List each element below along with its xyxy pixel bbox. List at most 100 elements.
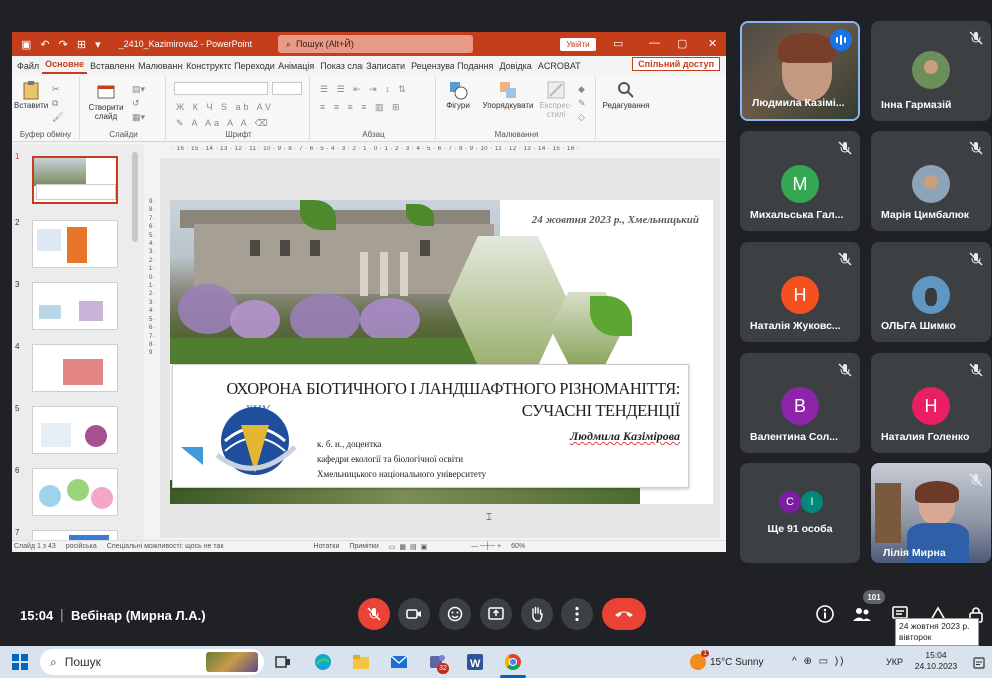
tab-transitions[interactable]: Переходи <box>231 61 275 74</box>
new-slide-button[interactable]: Створити слайд <box>86 82 126 122</box>
fill-outline-icons[interactable]: ◆ ✎ ◇ <box>578 82 586 124</box>
tab-draw[interactable]: Малювання <box>135 61 183 74</box>
raise-hand-button[interactable] <box>521 598 553 630</box>
maximize-icon[interactable]: ▢ <box>677 37 687 50</box>
participant-name: Наталія Жуковс... <box>750 320 841 332</box>
signin-button[interactable]: Увійти <box>560 38 596 51</box>
ppt-search-box[interactable]: ⌕ Пошук (Alt+Й) <box>278 35 473 53</box>
zoom-level[interactable]: 60% <box>511 543 525 550</box>
view-buttons[interactable]: ▭▦▤▣ <box>389 543 431 551</box>
clipboard-small-icons[interactable]: ✂ ⧉ 🖌 <box>52 82 63 124</box>
paste-button[interactable]: Вставити <box>14 80 48 111</box>
font-name-box[interactable] <box>174 82 268 95</box>
participant-tile-5[interactable]: Н Наталія Жуковс... <box>740 242 860 342</box>
tab-design[interactable]: Конструктор <box>183 61 231 74</box>
participant-tile-more[interactable]: С І Ще 91 особа <box>740 463 860 563</box>
status-accessibility[interactable]: Спеціальні можливості: щось не так <box>107 543 224 550</box>
more-options-button[interactable] <box>561 598 593 630</box>
participant-tile-7[interactable]: В Валентина Сол... <box>740 353 860 453</box>
tab-acrobat[interactable]: ACROBAT <box>535 61 584 74</box>
participant-tile-2[interactable]: Інна Гармазій <box>871 21 991 121</box>
edge-icon[interactable] <box>313 652 333 672</box>
undo-icon[interactable]: ↶ <box>40 38 49 51</box>
ribbon-display-icon[interactable]: ▭ <box>613 37 623 50</box>
participant-tile-4[interactable]: Марія Цимбалюк <box>871 131 991 231</box>
windows-start-icon[interactable] <box>10 652 30 672</box>
slide-thumb-2[interactable] <box>32 220 118 268</box>
present-icon[interactable]: ⊞ <box>77 38 86 51</box>
thumbnail-scrollbar[interactable] <box>132 152 138 242</box>
arrange-button[interactable]: Упорядкувати <box>480 80 536 111</box>
camera-toggle-button[interactable] <box>398 598 430 630</box>
word-icon[interactable]: W <box>465 652 485 672</box>
mic-toggle-button[interactable] <box>358 598 390 630</box>
taskbar-search[interactable]: ⌕ Пошук <box>40 649 264 675</box>
status-comments[interactable]: Примітки <box>349 543 378 550</box>
list-icons[interactable]: ☰ ☰ ⇤ ⇥ ↕ ⇅ <box>320 84 409 95</box>
slide-thumb-6[interactable] <box>32 468 118 516</box>
input-language[interactable]: УКР <box>886 657 903 667</box>
quick-styles-button[interactable]: Експрес-стилі <box>536 80 576 120</box>
avatar <box>912 51 950 89</box>
slide-thumb-3[interactable] <box>32 282 118 330</box>
participant-tile-1[interactable]: Людмила Казімі... <box>740 21 860 121</box>
current-slide: 24 жовтня 2023 р., Хмельницький ОХОРОНА … <box>170 200 713 504</box>
tab-review[interactable]: Рецензування <box>408 61 454 74</box>
status-notes[interactable]: Нотатки <box>314 543 340 550</box>
tab-view[interactable]: Подання <box>454 61 496 74</box>
tab-help[interactable]: Довідка <box>496 61 534 74</box>
redo-icon[interactable]: ↷ <box>59 38 68 51</box>
tab-home[interactable]: Основне <box>42 59 88 74</box>
slide-title-box: ОХОРОНА БІОТИЧНОГО І ЛАНДШАФТНОГО РІЗНОМ… <box>172 364 689 488</box>
tab-animations[interactable]: Анімація <box>275 61 317 74</box>
align-icons[interactable]: ≡ ≡ ≡ ≡ ▥ ⊞ <box>320 102 403 113</box>
chrome-icon[interactable] <box>503 652 523 672</box>
minimize-icon[interactable]: — <box>649 37 660 49</box>
zoom-slider[interactable]: — ─┼─ + <box>471 543 501 550</box>
tab-insert[interactable]: Вставлення <box>87 61 135 74</box>
end-call-button[interactable] <box>602 598 646 630</box>
present-screen-button[interactable] <box>480 598 512 630</box>
participant-tile-8[interactable]: Н Наталия Голенко <box>871 353 991 453</box>
mic-off-icon <box>969 31 983 45</box>
participant-tile-6[interactable]: ОЛЬГА Шимко <box>871 242 991 342</box>
font-color-icons[interactable]: ✎ A Aa A A ⌫ <box>176 118 270 129</box>
tab-file[interactable]: Файл <box>14 61 42 74</box>
meeting-time: 15:04 <box>20 608 54 623</box>
tab-record[interactable]: Записати <box>363 61 408 74</box>
group-editing: Редагування <box>598 76 654 140</box>
weather-widget[interactable]: 1 15°C Sunny <box>690 650 763 670</box>
taskbar-clock[interactable]: 15:04 24.10.2023 <box>912 650 960 673</box>
file-explorer-icon[interactable] <box>351 652 371 672</box>
font-format-icons[interactable]: Ж К Ч S ab AV <box>176 102 274 112</box>
save-icon[interactable]: ▣ <box>21 38 31 51</box>
participant-name: ОЛЬГА Шимко <box>881 320 956 332</box>
slide-thumb-1[interactable] <box>32 156 118 204</box>
slide-thumb-5[interactable] <box>32 406 118 454</box>
people-icon[interactable] <box>852 604 872 624</box>
tab-slideshow[interactable]: Показ слайдів <box>317 61 363 74</box>
reactions-button[interactable] <box>439 598 471 630</box>
customize-icon[interactable]: ▾ <box>95 38 101 51</box>
participant-tile-10[interactable]: Лілія Мирна <box>871 463 991 563</box>
system-tray-icons[interactable]: ^ ⊕ ▭ )) <box>792 656 846 667</box>
slide-thumb-4[interactable] <box>32 344 118 392</box>
shapes-button[interactable]: Фігури <box>440 80 476 111</box>
ppt-search-placeholder: Пошук (Alt+Й) <box>296 39 354 49</box>
ribbon: Вставити ✂ ⧉ 🖌 Буфер обміну Створити слайд… <box>12 74 726 142</box>
search-highlight-image <box>206 652 258 672</box>
notifications-icon[interactable] <box>972 656 986 670</box>
status-slide-count: Слайд 1 з 43 <box>14 543 56 550</box>
close-icon[interactable]: ✕ <box>708 37 717 50</box>
info-icon[interactable] <box>815 604 835 624</box>
slide-layout-icons[interactable]: ▤▾ ↺ ▦▾ <box>132 82 145 124</box>
share-button[interactable]: Спільний доступ <box>632 57 720 71</box>
editing-button[interactable]: Редагування <box>600 80 652 111</box>
mail-icon[interactable] <box>389 652 409 672</box>
status-language[interactable]: російська <box>66 543 97 550</box>
task-view-icon[interactable] <box>273 652 293 672</box>
slide-thumb-7[interactable] <box>32 530 118 540</box>
new-slide-icon <box>97 85 115 99</box>
font-size-box[interactable] <box>272 82 302 95</box>
participant-tile-3[interactable]: М Михальська Гал... <box>740 131 860 231</box>
